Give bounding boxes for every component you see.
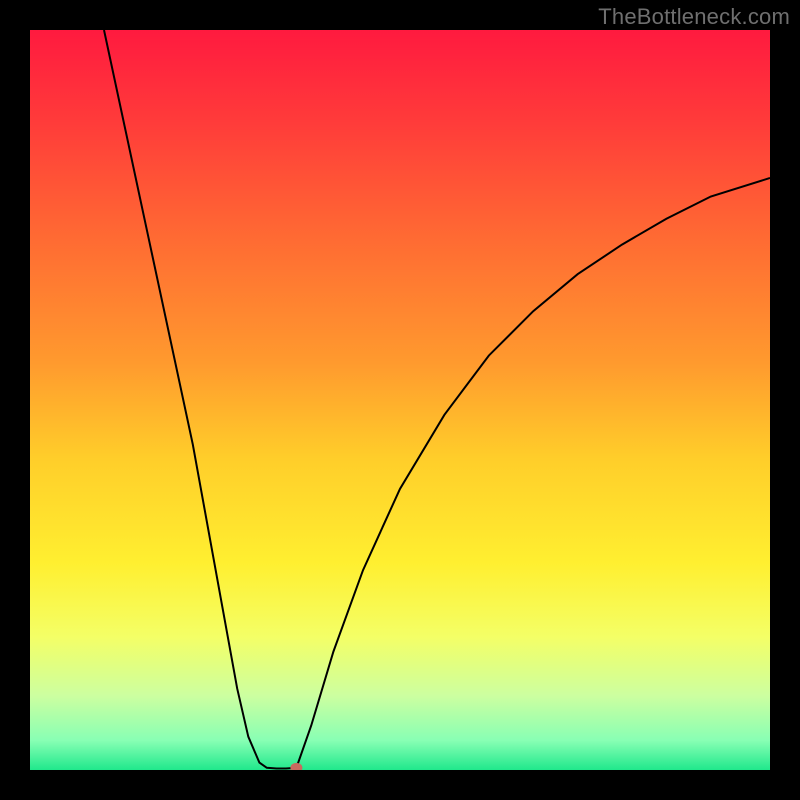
watermark-text: TheBottleneck.com	[598, 4, 790, 30]
plot-area	[30, 30, 770, 775]
bottleneck-curve	[104, 30, 770, 769]
chart-stage: TheBottleneck.com	[0, 0, 800, 800]
minimum-dot	[290, 763, 302, 770]
curve-layer	[30, 30, 770, 770]
